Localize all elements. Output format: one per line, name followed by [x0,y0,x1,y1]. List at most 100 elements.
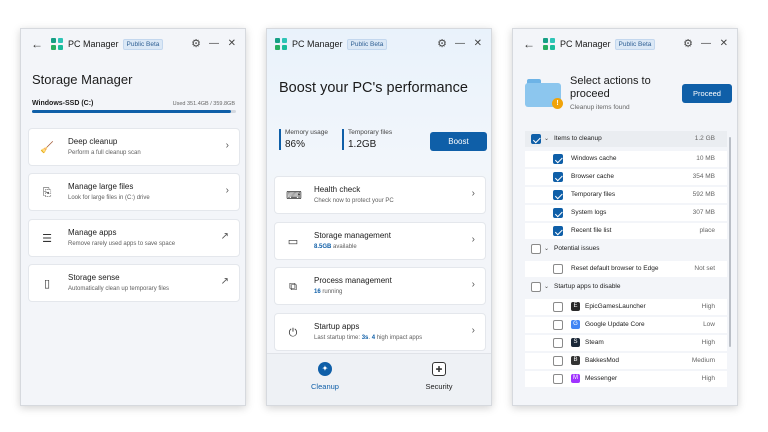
close-icon[interactable]: ✕ [228,38,236,50]
nav-security[interactable]: ✚ Security [399,362,479,391]
chevron-right-icon: › [471,325,475,336]
checkbox[interactable] [553,264,563,274]
memory-usage-value: 86% [285,139,306,150]
checkbox[interactable] [553,356,563,366]
chevron-right-icon: › [471,279,475,290]
chevron-down-icon[interactable]: ⌄ [544,283,549,290]
card-subtitle: 16 running [314,289,342,295]
available-text: available [331,244,357,250]
settings-gear-icon[interactable]: ⚙ [437,38,447,50]
chevron-down-icon[interactable]: ⌄ [544,245,549,252]
item-value: 10 MB [696,155,715,162]
close-icon[interactable]: ✕ [474,38,482,50]
back-arrow-icon[interactable]: ← [523,38,535,50]
item-value: Not set [694,265,715,272]
checkbox[interactable] [553,190,563,200]
checkbox[interactable] [531,282,541,292]
card-title: Storage sense [68,273,120,282]
checkbox[interactable] [553,172,563,182]
card-subtitle: Automatically clean up temporary files [68,286,170,292]
manage-large-files-card[interactable]: ⎘ Manage large files Look for large file… [28,173,240,211]
drive-usage-text: Used 351.4GB / 359.8GB [172,101,235,107]
list-item[interactable]: M Messenger High [525,371,727,387]
minimize-icon[interactable]: — [209,38,219,50]
list-item[interactable]: Temporary files 592 MB [525,187,727,203]
checkbox[interactable] [531,244,541,254]
item-label: Startup apps to disable [554,283,621,290]
boost-button[interactable]: Boost [430,132,487,151]
card-subtitle: Remove rarely used apps to save space [68,241,176,247]
health-check-card[interactable]: ⌨ Health check Check now to protect your… [274,176,486,214]
cleanup-window: ← PC Manager Public Beta ⚙ — ✕ ! Select … [512,28,738,406]
folder-warning-illustration: ! [525,79,563,109]
checkbox[interactable] [553,154,563,164]
app-title: PC Manager [68,39,119,49]
list-item[interactable]: Reset default browser to Edge Not set [525,261,727,277]
checkbox[interactable] [553,302,563,312]
group-header-row[interactable]: ⌄ Items to cleanup 1.2 GB [525,131,727,147]
item-value: Medium [691,357,715,364]
settings-gear-icon[interactable]: ⚙ [683,38,693,50]
deep-cleanup-card[interactable]: 🧹 Deep cleanup Perform a full cleanup sc… [28,128,240,166]
chevron-down-icon[interactable]: ⌄ [544,135,549,142]
back-arrow-icon[interactable]: ← [31,38,43,50]
list-item[interactable]: Windows cache 10 MB [525,151,727,167]
nav-cleanup[interactable]: ✦ Cleanup [285,362,365,391]
checkbox[interactable] [553,338,563,348]
checkbox[interactable] [553,374,563,384]
title-bar: ← PC Manager Public Beta ⚙ — ✕ [513,29,737,59]
startup-time-label: Last startup time: [314,335,362,341]
list-item[interactable]: Recent file list place [525,223,727,239]
list-item[interactable]: B BakkesMod Medium [525,353,727,369]
item-value: 592 MB [692,191,715,198]
checkbox[interactable] [553,226,563,236]
checkbox[interactable] [531,134,541,144]
item-value: High [701,339,715,346]
list-item[interactable]: System logs 307 MB [525,205,727,221]
item-label: BakkesMod [585,357,619,364]
storage-sense-card[interactable]: ▯ Storage sense Automatically clean up t… [28,264,240,302]
manage-apps-card[interactable]: ☰ Manage apps Remove rarely used apps to… [28,219,240,257]
available-space-value: 8.5GB [314,244,332,250]
checkbox[interactable] [553,320,563,330]
settings-gear-icon[interactable]: ⚙ [191,38,201,50]
list-item[interactable]: E EpicGamesLauncher High [525,299,727,315]
item-label: Temporary files [571,191,616,198]
card-subtitle: Perform a full cleanup scan [68,150,141,156]
group-header-row[interactable]: ⌄ Potential issues [525,241,727,257]
minimize-icon[interactable]: — [701,38,711,50]
app-title: PC Manager [560,39,611,49]
drive-usage-bar [32,110,236,113]
list-item[interactable]: Browser cache 354 MB [525,169,727,185]
app-icon: B [571,356,580,365]
storage-management-card[interactable]: ▭ Storage management 8.5GB available › [274,222,486,260]
process-management-card[interactable]: ⧉ Process management 16 running › [274,267,486,305]
chevron-right-icon: › [471,188,475,199]
group-header-row[interactable]: ⌄ Startup apps to disable [525,279,727,295]
startup-apps-card[interactable]: ⏻ Startup apps Last startup time: 3s. 4 … [274,313,486,351]
app-icon: S [571,338,580,347]
checkbox[interactable] [553,208,563,218]
broom-icon: 🧹 [40,142,54,154]
item-value: High [701,303,715,310]
list-item[interactable]: G Google Update Core Low [525,317,727,333]
item-label: Steam [585,339,604,346]
drive-usage-fill [32,110,232,113]
app-title: PC Manager [292,39,343,49]
close-icon[interactable]: ✕ [720,38,728,50]
temporary-files-value: 1.2GB [348,139,377,150]
card-subtitle: Last startup time: 3s. 4 high impact app… [314,335,422,341]
scrollbar[interactable] [729,137,731,347]
proceed-button[interactable]: Proceed [682,84,732,103]
pc-manager-logo-icon [51,38,63,50]
chevron-right-icon: › [471,234,475,245]
storage-drive-icon: ▭ [287,236,299,248]
title-bar: PC Manager Public Beta ⚙ — ✕ [267,29,491,59]
apps-list-icon: ☰ [42,233,52,245]
cleanup-items-list: ⌄ Items to cleanup 1.2 GB Windows cache 10 M… [525,131,727,397]
minimize-icon[interactable]: — [455,38,465,50]
list-item[interactable]: S Steam High [525,335,727,351]
item-label: Messenger [585,375,618,382]
chevron-right-icon: › [225,140,229,151]
item-label: Windows cache [571,155,617,162]
